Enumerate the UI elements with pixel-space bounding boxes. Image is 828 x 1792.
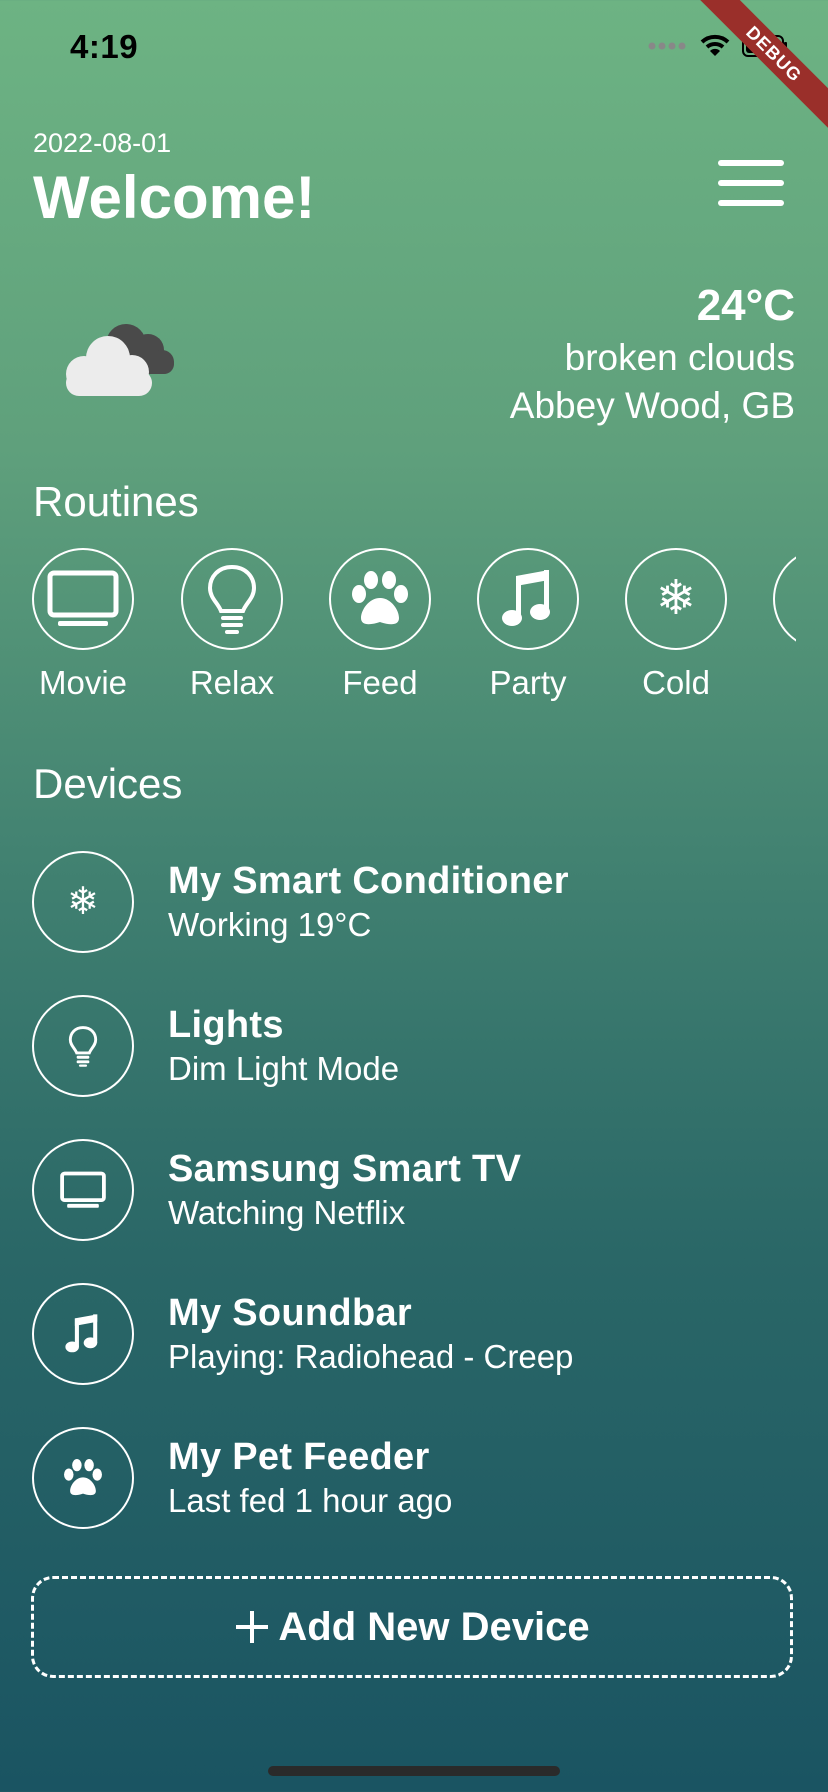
routine-label: Cold <box>642 664 710 701</box>
routine-circle: ❄ <box>625 548 727 650</box>
device-status: Playing: Radiohead - Creep <box>168 1338 574 1375</box>
routine-feed[interactable]: Feed <box>306 548 454 702</box>
device-row-soundbar[interactable]: My Soundbar Playing: Radiohead - Creep <box>32 1283 792 1385</box>
device-row-lights[interactable]: Lights Dim Light Mode <box>32 995 792 1097</box>
weather-info: 24°C broken clouds Abbey Wood, GB <box>510 278 795 430</box>
routine-cold[interactable]: ❄ Cold <box>602 548 750 702</box>
weather-temperature: 24°C <box>696 281 795 330</box>
device-name: Lights <box>168 1004 284 1046</box>
routine-label: Feed <box>342 664 418 701</box>
device-name: My Soundbar <box>168 1292 412 1334</box>
routine-label: Relax <box>189 664 275 701</box>
lightbulb-icon <box>68 1026 98 1067</box>
routine-circle <box>329 548 431 650</box>
routine-label: Movie <box>38 664 128 701</box>
header-date: 2022-08-01 <box>33 128 172 158</box>
music-note-icon <box>502 570 550 626</box>
device-status: Watching Netflix <box>168 1194 406 1231</box>
routines-title: Routines <box>33 478 199 525</box>
home-indicator[interactable] <box>268 1766 560 1776</box>
device-icon-circle <box>32 1427 134 1529</box>
music-note-icon <box>65 1314 98 1353</box>
menu-icon-bar <box>718 160 784 166</box>
paw-icon <box>64 1459 102 1496</box>
debug-banner: DEBUG <box>686 0 828 142</box>
device-row-tv[interactable]: Samsung Smart TV Watching Netflix <box>32 1139 792 1241</box>
routine-circle <box>32 548 134 650</box>
device-status: Working 19°C <box>168 906 372 943</box>
weather-location: Abbey Wood, GB <box>509 385 795 426</box>
devices-title: Devices <box>33 760 183 807</box>
menu-icon-bar <box>718 200 784 206</box>
routine-movie[interactable]: Movie <box>9 548 157 702</box>
routines-list[interactable]: Movie Relax Feed Party ❄ Cold <box>0 548 796 708</box>
device-row-conditioner[interactable]: ❄ My Smart Conditioner Working 19°C <box>32 851 792 953</box>
lightbulb-icon <box>207 564 257 634</box>
paw-icon <box>352 571 408 625</box>
routine-circle <box>181 548 283 650</box>
weather-description: broken clouds <box>564 337 795 378</box>
status-time: 4:19 <box>70 28 139 65</box>
page-title: Welcome! <box>33 164 316 231</box>
plus-icon <box>236 1611 269 1643</box>
device-name: My Smart Conditioner <box>168 860 569 902</box>
device-name: Samsung Smart TV <box>168 1148 522 1190</box>
add-device-label: Add New Device <box>278 1604 590 1649</box>
tv-icon <box>60 1171 106 1208</box>
routine-circle <box>477 548 579 650</box>
menu-icon-bar <box>718 180 784 186</box>
device-name: My Pet Feeder <box>168 1436 430 1478</box>
device-icon-circle <box>32 1283 134 1385</box>
device-row-pet-feeder[interactable]: My Pet Feeder Last fed 1 hour ago <box>32 1427 792 1529</box>
snowflake-icon: ❄ <box>67 881 99 923</box>
tv-icon <box>47 570 119 626</box>
device-icon-circle <box>32 995 134 1097</box>
routine-a[interactable]: A <box>750 548 796 702</box>
device-status: Last fed 1 hour ago <box>168 1482 453 1519</box>
routine-label: Party <box>489 664 567 701</box>
routine-party[interactable]: Party <box>454 548 602 702</box>
routine-circle <box>773 548 796 650</box>
wifi-icon <box>700 34 730 56</box>
routine-relax[interactable]: Relax <box>158 548 306 702</box>
signal-icon <box>648 42 686 50</box>
cloud-icon <box>56 318 180 403</box>
device-icon-circle: ❄ <box>32 851 134 953</box>
menu-button[interactable] <box>718 160 784 206</box>
snowflake-icon: ❄ <box>655 572 697 625</box>
device-icon-circle <box>32 1139 134 1241</box>
add-device-button[interactable]: Add New Device <box>31 1576 793 1678</box>
device-status: Dim Light Mode <box>168 1050 400 1087</box>
